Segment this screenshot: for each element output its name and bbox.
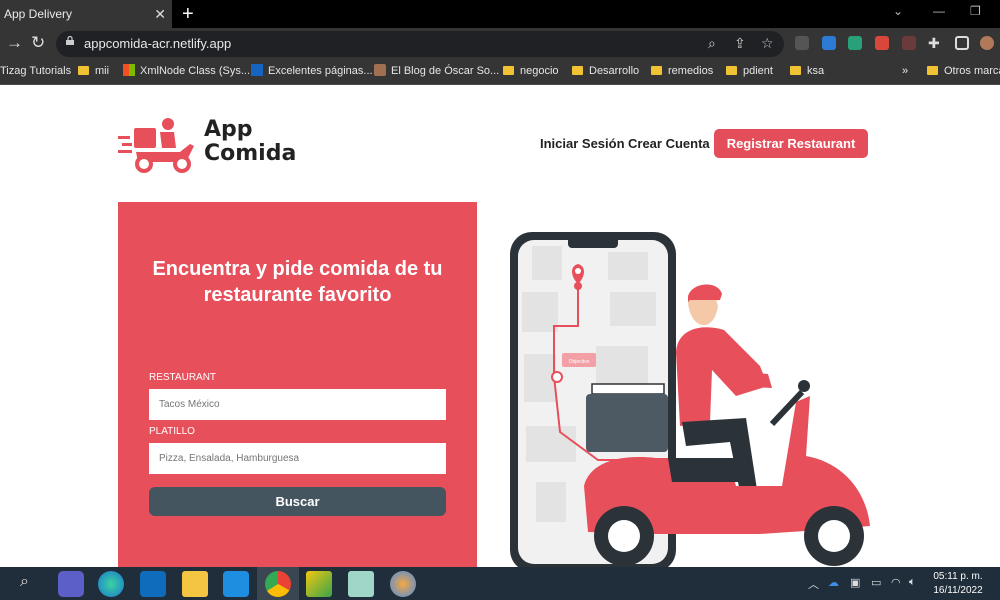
- system-clock[interactable]: 05:11 p. m. 16/11/2022: [928, 570, 988, 598]
- windows-taskbar: ⌕ ︿ ☁ ▣ ▭ ◠ 🔈︎ 05:11 p. m. 16/11/2022: [0, 567, 1000, 600]
- reload-icon[interactable]: ↻: [31, 33, 45, 53]
- restore-icon[interactable]: ❐: [970, 4, 981, 18]
- hero-search-panel: Encuentra y pide comida de tu restaurant…: [118, 202, 477, 567]
- app-icon[interactable]: [306, 571, 332, 597]
- vscode-icon[interactable]: [223, 571, 249, 597]
- search-button[interactable]: Buscar: [149, 487, 446, 516]
- tab-title: App Delivery: [4, 7, 73, 21]
- folder-icon: [78, 65, 89, 75]
- extensions-puzzle-icon[interactable]: ✚: [928, 35, 940, 52]
- signup-link[interactable]: Crear Cuenta: [628, 136, 710, 151]
- phone-map-scooter-illustration: Objective: [510, 232, 870, 567]
- bookmark-item[interactable]: pdient: [726, 60, 773, 84]
- share-icon[interactable]: ⇪: [734, 35, 746, 52]
- extension-icon[interactable]: [795, 36, 809, 50]
- extension-icon[interactable]: [875, 36, 889, 50]
- address-bar[interactable]: appcomida-acr.netlify.app ⌕ ⇪ ☆: [56, 31, 784, 57]
- bookmark-item[interactable]: ksa: [790, 60, 824, 84]
- folder-icon: [503, 65, 514, 75]
- bookmark-item[interactable]: XmlNode Class (Sys...: [123, 60, 250, 84]
- profile-avatar[interactable]: [980, 36, 994, 50]
- dish-input[interactable]: [149, 443, 446, 474]
- browser-tab[interactable]: App Delivery ✕: [0, 0, 172, 28]
- lock-icon: [66, 36, 74, 45]
- delivery-scooter-logo-icon: [118, 118, 194, 173]
- teams-icon[interactable]: [58, 571, 84, 597]
- chrome-icon[interactable]: [265, 571, 291, 597]
- side-panel-icon[interactable]: [955, 36, 969, 50]
- brand-name: App Comida: [204, 117, 297, 166]
- file-explorer-icon[interactable]: [182, 571, 208, 597]
- folder-icon: [790, 65, 801, 75]
- hero-title: Encuentra y pide comida de tu restaurant…: [152, 258, 443, 306]
- site-favicon-icon: [251, 64, 263, 77]
- restaurant-label: RESTAURANT: [149, 372, 217, 383]
- tab-close-icon[interactable]: ✕: [154, 0, 166, 28]
- onedrive-icon[interactable]: ☁: [828, 576, 839, 589]
- bookmark-item[interactable]: Excelentes páginas...: [251, 60, 373, 84]
- edge-icon[interactable]: [98, 571, 124, 597]
- web-page: App Comida Iniciar Sesión Crear Cuenta R…: [0, 86, 1000, 567]
- tab-bar: App Delivery ✕ + ⌄ — ❐: [0, 0, 1000, 28]
- folder-icon: [572, 65, 583, 75]
- extension-icon[interactable]: [822, 36, 836, 50]
- login-link[interactable]: Iniciar Sesión: [540, 136, 625, 151]
- delivery-illustration: Objective: [500, 226, 880, 567]
- zoom-icon[interactable]: ⌕: [708, 35, 716, 52]
- bookmark-star-icon[interactable]: ☆: [761, 35, 774, 52]
- site-logo[interactable]: App Comida: [118, 116, 296, 179]
- paint-icon[interactable]: [390, 571, 416, 597]
- bookmarks-overflow[interactable]: »: [902, 60, 908, 84]
- battery-icon[interactable]: ▭: [871, 576, 881, 589]
- url-text: appcomida-acr.netlify.app: [84, 36, 232, 51]
- bookmark-item[interactable]: negocio: [503, 60, 559, 84]
- volume-icon[interactable]: 🔈︎: [909, 576, 916, 589]
- folder-icon: [651, 65, 662, 75]
- folder-icon: [726, 65, 737, 75]
- tray-overflow-icon[interactable]: ︿: [808, 576, 819, 592]
- forward-icon[interactable]: →: [6, 33, 23, 53]
- tray-app-icon[interactable]: ▣: [850, 576, 860, 589]
- bookmark-item[interactable]: Tizag Tutorials: [0, 60, 71, 84]
- other-bookmarks[interactable]: Otros marca: [927, 60, 1000, 84]
- new-tab-icon[interactable]: +: [182, 2, 194, 26]
- outlook-icon[interactable]: [140, 571, 166, 597]
- map-objective-tag: Objective: [569, 359, 590, 365]
- extension-icon[interactable]: [848, 36, 862, 50]
- wifi-icon[interactable]: ◠: [891, 576, 901, 589]
- extension-icon[interactable]: [902, 36, 916, 50]
- folder-icon: [927, 65, 938, 75]
- microsoft-icon: [123, 64, 135, 77]
- bookmark-item[interactable]: mii: [78, 60, 109, 84]
- avatar-favicon-icon: [374, 64, 386, 77]
- bookmark-item[interactable]: Desarrollo: [572, 60, 639, 84]
- bookmark-item[interactable]: remedios: [651, 60, 713, 84]
- restaurant-input[interactable]: [149, 389, 446, 420]
- search-icon[interactable]: ⌕: [20, 573, 29, 591]
- register-restaurant-button[interactable]: Registrar Restaurant: [714, 129, 868, 158]
- minimize-icon[interactable]: —: [933, 4, 945, 18]
- dish-label: PLATILLO: [149, 426, 195, 437]
- notepad-icon[interactable]: [348, 571, 374, 597]
- tab-search-icon[interactable]: ⌄: [893, 4, 903, 18]
- bookmark-item[interactable]: El Blog de Óscar So...: [374, 60, 499, 84]
- browser-toolbar: → ↻ appcomida-acr.netlify.app ⌕ ⇪ ☆ ✚: [0, 28, 1000, 60]
- bookmarks-bar: Tizag Tutorials mii XmlNode Class (Sys..…: [0, 60, 1000, 85]
